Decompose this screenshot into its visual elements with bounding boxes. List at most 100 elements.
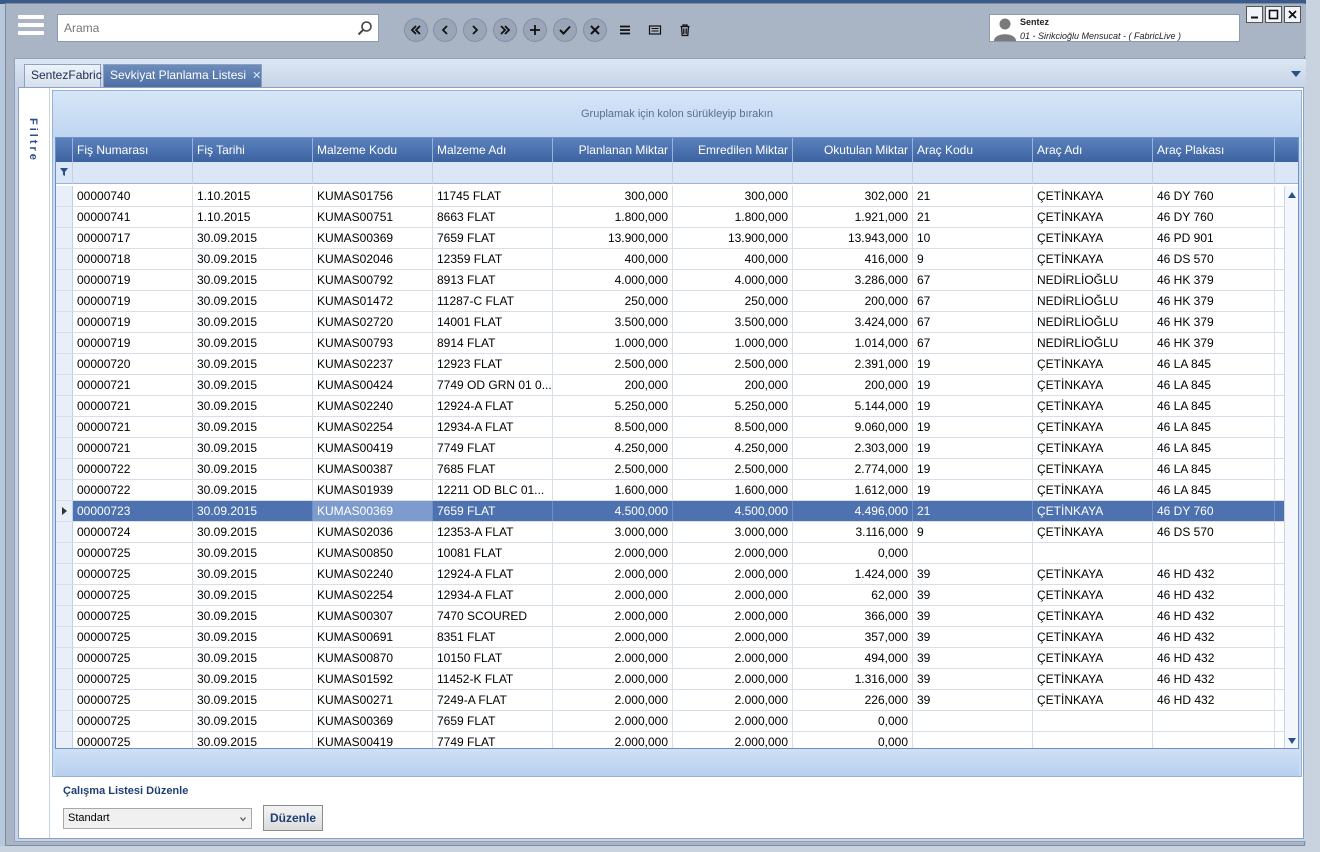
cell-malzeme-kodu[interactable]: KUMAS00369 xyxy=(313,711,433,731)
table-row[interactable]: 00000725 30.09.2015 KUMAS02240 12924-A FLAT… xyxy=(56,564,1286,585)
cancel-x-icon[interactable] xyxy=(583,18,607,42)
column-filter-emredilen[interactable] xyxy=(673,162,793,184)
cell-planlanan[interactable]: 2.000,000 xyxy=(553,648,673,668)
cell-malzeme-kodu[interactable]: KUMAS02254 xyxy=(313,585,433,605)
cell-okutulan[interactable]: 2.303,000 xyxy=(793,438,913,458)
cell-okutulan[interactable]: 1.014,000 xyxy=(793,333,913,353)
cell-arac-plakasi[interactable] xyxy=(1153,711,1275,731)
cell-planlanan[interactable]: 2.500,000 xyxy=(553,459,673,479)
cell-arac-adi[interactable]: ÇETİNKAYA xyxy=(1033,375,1153,395)
cell-malzeme-adi[interactable]: 14001 FLAT xyxy=(433,312,553,332)
cell-arac-plakasi[interactable]: 46 LA 845 xyxy=(1153,417,1275,437)
cell-arac-plakasi[interactable]: 46 DS 570 xyxy=(1153,522,1275,542)
cell-fis-no[interactable]: 00000741 xyxy=(73,207,193,227)
add-record-icon[interactable] xyxy=(523,18,547,42)
list-icon[interactable] xyxy=(613,18,637,42)
cell-emredilen[interactable]: 300,000 xyxy=(673,186,793,206)
cell-emredilen[interactable]: 8.500,000 xyxy=(673,417,793,437)
cell-malzeme-kodu[interactable]: KUMAS02240 xyxy=(313,564,433,584)
cell-malzeme-adi[interactable]: 12934-A FLAT xyxy=(433,417,553,437)
cell-malzeme-adi[interactable]: 12934-A FLAT xyxy=(433,585,553,605)
cell-arac-adi[interactable] xyxy=(1033,543,1153,563)
cell-malzeme-kodu[interactable]: KUMAS01592 xyxy=(313,669,433,689)
table-row[interactable]: 00000722 30.09.2015 KUMAS00387 7685 FLAT 2.5… xyxy=(56,459,1286,480)
cell-malzeme-kodu[interactable]: KUMAS00751 xyxy=(313,207,433,227)
cell-arac-adi[interactable]: ÇETİNKAYA xyxy=(1033,522,1153,542)
cell-planlanan[interactable]: 1.800,000 xyxy=(553,207,673,227)
search-input[interactable] xyxy=(64,15,344,41)
cell-arac-kodu[interactable]: 9 xyxy=(913,522,1033,542)
cell-malzeme-kodu[interactable]: KUMAS01472 xyxy=(313,291,433,311)
cell-malzeme-kodu[interactable]: KUMAS00419 xyxy=(313,732,433,748)
cell-planlanan[interactable]: 4.500,000 xyxy=(553,501,673,521)
row-indicator[interactable] xyxy=(56,270,73,290)
cell-fis-tarihi[interactable]: 30.09.2015 xyxy=(193,690,313,710)
table-row[interactable]: 00000723 30.09.2015 KUMAS00369 7659 FLAT 4.5… xyxy=(56,501,1286,522)
cell-fis-no[interactable]: 00000722 xyxy=(73,480,193,500)
cell-malzeme-kodu[interactable]: KUMAS02036 xyxy=(313,522,433,542)
cell-okutulan[interactable]: 1.316,000 xyxy=(793,669,913,689)
cell-arac-kodu[interactable]: 21 xyxy=(913,501,1033,521)
cell-fis-no[interactable]: 00000721 xyxy=(73,438,193,458)
cell-arac-adi[interactable]: ÇETİNKAYA xyxy=(1033,417,1153,437)
cell-planlanan[interactable]: 8.500,000 xyxy=(553,417,673,437)
cell-planlanan[interactable]: 2.000,000 xyxy=(553,564,673,584)
table-row[interactable]: 00000717 30.09.2015 KUMAS00369 7659 FLAT 13.… xyxy=(56,228,1286,249)
table-row[interactable]: 00000725 30.09.2015 KUMAS01592 11452-K FLAT… xyxy=(56,669,1286,690)
cell-malzeme-adi[interactable]: 7659 FLAT xyxy=(433,228,553,248)
column-header-malzeme-kodu[interactable]: Malzeme Kodu xyxy=(313,138,433,162)
cell-emredilen[interactable]: 2.000,000 xyxy=(673,606,793,626)
cell-okutulan[interactable]: 2.391,000 xyxy=(793,354,913,374)
cell-arac-kodu[interactable]: 19 xyxy=(913,480,1033,500)
cell-fis-no[interactable]: 00000721 xyxy=(73,417,193,437)
cell-arac-kodu[interactable]: 21 xyxy=(913,207,1033,227)
cell-okutulan[interactable]: 0,000 xyxy=(793,543,913,563)
cell-okutulan[interactable]: 4.496,000 xyxy=(793,501,913,521)
column-filter-fis-tarihi[interactable] xyxy=(193,162,313,184)
cell-fis-tarihi[interactable]: 1.10.2015 xyxy=(193,186,313,206)
cell-arac-plakasi[interactable]: 46 LA 845 xyxy=(1153,354,1275,374)
row-indicator[interactable] xyxy=(56,711,73,731)
cell-arac-plakasi[interactable]: 46 LA 845 xyxy=(1153,480,1275,500)
cell-arac-plakasi[interactable]: 46 HD 432 xyxy=(1153,669,1275,689)
cell-malzeme-kodu[interactable]: KUMAS02720 xyxy=(313,312,433,332)
cell-okutulan[interactable]: 357,000 xyxy=(793,627,913,647)
cell-malzeme-adi[interactable]: 7249-A FLAT xyxy=(433,690,553,710)
cell-fis-no[interactable]: 00000725 xyxy=(73,606,193,626)
cell-planlanan[interactable]: 400,000 xyxy=(553,249,673,269)
cell-fis-no[interactable]: 00000719 xyxy=(73,270,193,290)
cell-malzeme-adi[interactable]: 7749 OD GRN 01 0... xyxy=(433,375,553,395)
row-indicator[interactable] xyxy=(56,522,73,542)
layout-select[interactable]: Standart xyxy=(63,808,252,829)
cell-planlanan[interactable]: 2.500,000 xyxy=(553,354,673,374)
row-indicator[interactable] xyxy=(56,606,73,626)
cell-arac-adi[interactable]: ÇETİNKAYA xyxy=(1033,606,1153,626)
cell-fis-tarihi[interactable]: 30.09.2015 xyxy=(193,354,313,374)
cell-malzeme-adi[interactable]: 11452-K FLAT xyxy=(433,669,553,689)
cell-fis-tarihi[interactable]: 30.09.2015 xyxy=(193,585,313,605)
cell-emredilen[interactable]: 2.000,000 xyxy=(673,627,793,647)
cell-malzeme-adi[interactable]: 8914 FLAT xyxy=(433,333,553,353)
cell-okutulan[interactable]: 1.612,000 xyxy=(793,480,913,500)
cell-planlanan[interactable]: 2.000,000 xyxy=(553,732,673,748)
cell-arac-adi[interactable]: ÇETİNKAYA xyxy=(1033,564,1153,584)
tab-list-dropdown-icon[interactable] xyxy=(1291,71,1301,77)
column-filter-malzeme-kodu[interactable] xyxy=(313,162,433,184)
cell-arac-kodu[interactable]: 39 xyxy=(913,690,1033,710)
cell-emredilen[interactable]: 1.800,000 xyxy=(673,207,793,227)
table-row[interactable]: 00000719 30.09.2015 KUMAS02720 14001 FLAT 3.… xyxy=(56,312,1286,333)
cell-arac-kodu[interactable]: 67 xyxy=(913,291,1033,311)
cell-planlanan[interactable]: 4.000,000 xyxy=(553,270,673,290)
row-indicator[interactable] xyxy=(56,480,73,500)
cell-fis-no[interactable]: 00000719 xyxy=(73,312,193,332)
row-indicator[interactable] xyxy=(56,228,73,248)
cell-malzeme-adi[interactable]: 12923 FLAT xyxy=(433,354,553,374)
cell-planlanan[interactable]: 2.000,000 xyxy=(553,669,673,689)
cell-fis-tarihi[interactable]: 30.09.2015 xyxy=(193,228,313,248)
cell-fis-tarihi[interactable]: 30.09.2015 xyxy=(193,501,313,521)
cell-malzeme-kodu[interactable]: KUMAS00369 xyxy=(313,501,433,521)
cell-arac-kodu[interactable]: 67 xyxy=(913,333,1033,353)
cell-fis-tarihi[interactable]: 30.09.2015 xyxy=(193,627,313,647)
cell-planlanan[interactable]: 3.000,000 xyxy=(553,522,673,542)
cell-malzeme-adi[interactable]: 11287-C FLAT xyxy=(433,291,553,311)
